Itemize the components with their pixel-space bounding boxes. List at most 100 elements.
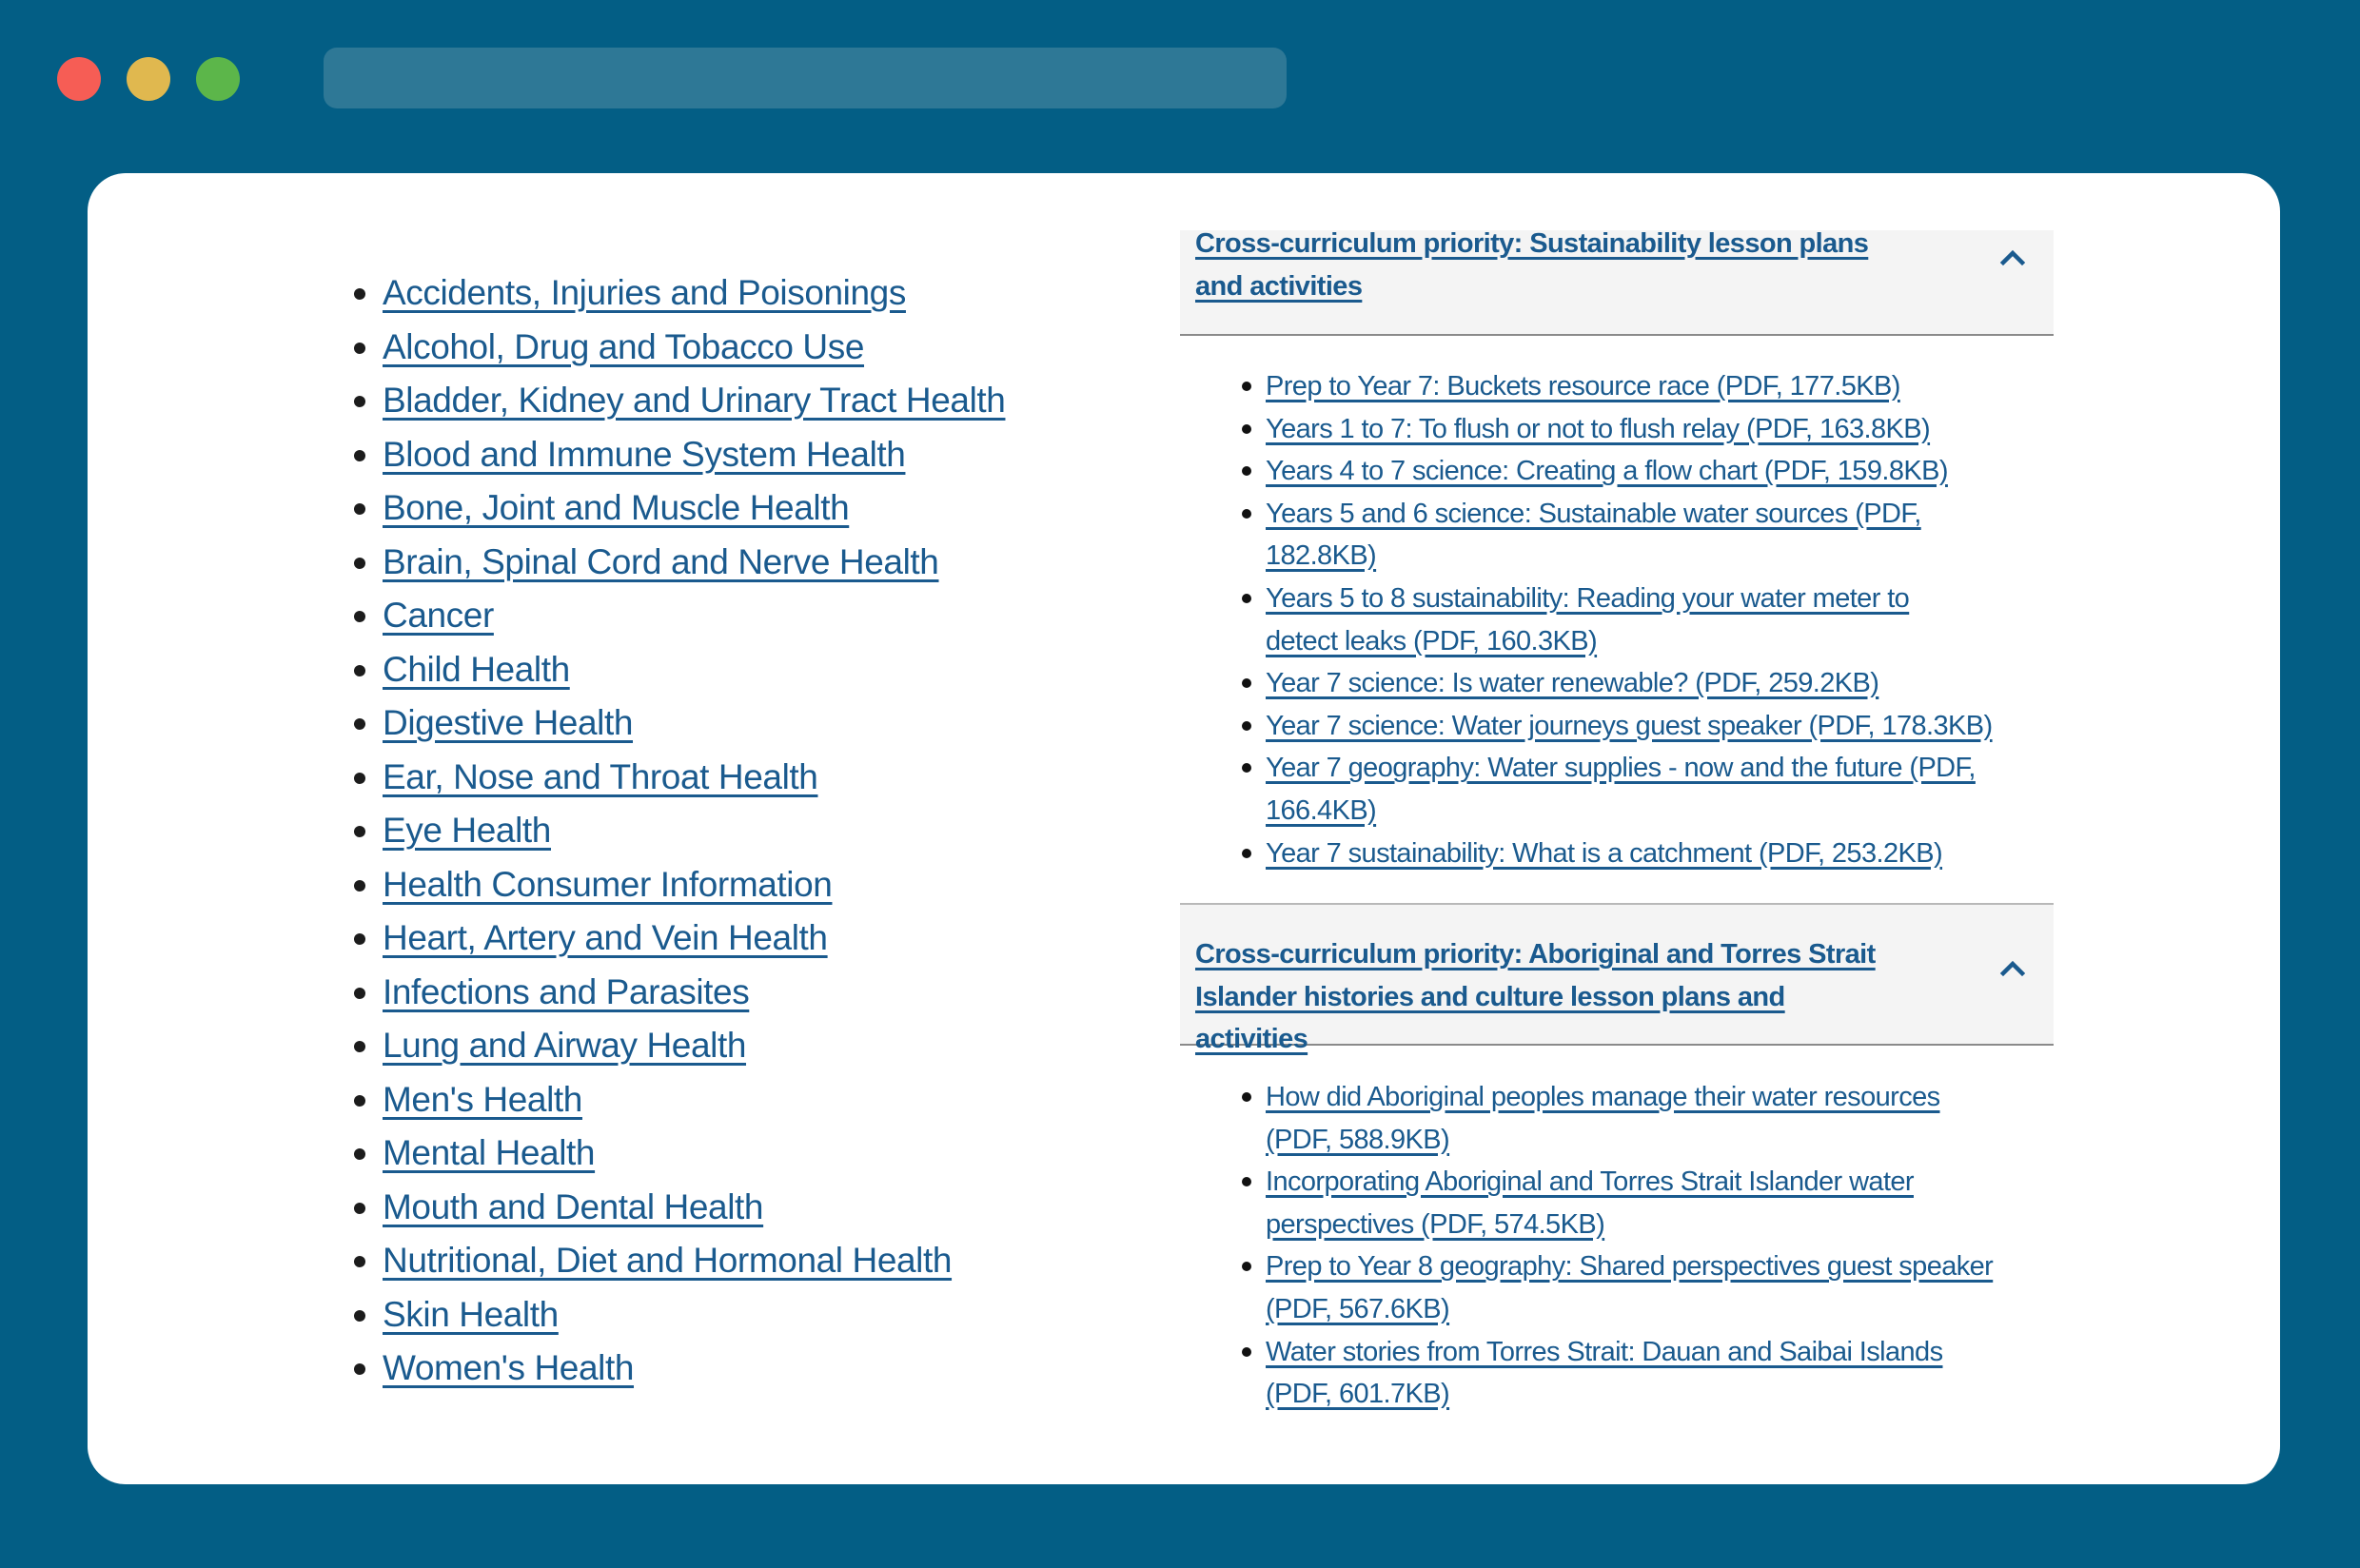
list-item: Nutritional, Diet and Hormonal Health	[354, 1234, 1005, 1288]
accordion-header[interactable]: Cross-curriculum priority: Sustainabilit…	[1180, 228, 2054, 336]
bullet-icon	[1242, 1262, 1251, 1272]
topic-link[interactable]: Mouth and Dental Health	[383, 1187, 764, 1226]
list-item: Prep to Year 7: Buckets resource race (P…	[1242, 365, 2027, 408]
resource-link[interactable]: Years 4 to 7 science: Creating a flow ch…	[1266, 456, 1949, 486]
topic-link[interactable]: Lung and Airway Health	[383, 1026, 746, 1065]
accordion-header[interactable]: Cross-curriculum priority: Aboriginal an…	[1180, 903, 2054, 1054]
bullet-icon	[354, 1363, 365, 1376]
list-item: How did Aboriginal peoples manage their …	[1242, 1076, 1970, 1161]
bullet-icon	[1242, 720, 1251, 731]
bullet-icon	[1242, 1092, 1251, 1102]
bullet-icon	[1242, 382, 1251, 391]
bullet-icon	[354, 718, 365, 731]
topic-link[interactable]: Ear, Nose and Throat Health	[383, 757, 818, 796]
list-item: Water stories from Torres Strait: Dauan …	[1242, 1331, 1989, 1416]
resource-link[interactable]: How did Aboriginal peoples manage their …	[1266, 1082, 1940, 1155]
resource-link[interactable]: Year 7 geography: Water supplies - now a…	[1266, 753, 1976, 826]
window-close-button[interactable]	[57, 57, 101, 101]
list-item: Health Consumer Information	[354, 858, 1005, 912]
bullet-icon	[354, 933, 365, 946]
list-item: Infections and Parasites	[354, 966, 1005, 1020]
bullet-icon	[354, 1256, 365, 1268]
list-item: Cancer	[354, 589, 1005, 643]
topic-link[interactable]: Women's Health	[383, 1348, 634, 1387]
topic-link[interactable]: Child Health	[383, 650, 570, 689]
accordion-resource-list: Prep to Year 7: Buckets resource race (P…	[1242, 365, 2027, 875]
list-item: Year 7 sustainability: What is a catchme…	[1242, 833, 2027, 875]
list-item: Skin Health	[354, 1288, 1005, 1343]
bullet-icon	[1242, 1177, 1251, 1187]
topic-link[interactable]: Skin Health	[383, 1295, 559, 1334]
list-item: Mouth and Dental Health	[354, 1181, 1005, 1235]
bullet-icon	[1242, 763, 1251, 774]
chevron-up-icon[interactable]	[1998, 247, 2027, 266]
topic-link[interactable]: Nutritional, Diet and Hormonal Health	[383, 1241, 952, 1280]
list-item: Mental Health	[354, 1127, 1005, 1181]
address-bar[interactable]	[324, 48, 1287, 108]
resource-link[interactable]: Incorporating Aboriginal and Torres Stra…	[1266, 1166, 1915, 1240]
topic-link[interactable]: Health Consumer Information	[383, 865, 833, 904]
resource-link[interactable]: Year 7 sustainability: What is a catchme…	[1266, 838, 1943, 869]
resource-link[interactable]: Years 5 and 6 science: Sustainable water…	[1266, 499, 1921, 572]
bullet-icon	[354, 557, 365, 569]
list-item: Child Health	[354, 643, 1005, 697]
list-item: Lung and Airway Health	[354, 1019, 1005, 1073]
window-minimize-button[interactable]	[127, 57, 170, 101]
resource-link[interactable]: Prep to Year 8 geography: Shared perspec…	[1266, 1251, 1994, 1324]
topic-link[interactable]: Digestive Health	[383, 703, 633, 742]
topic-link[interactable]: Bladder, Kidney and Urinary Tract Health	[383, 381, 1006, 420]
topic-link[interactable]: Eye Health	[383, 811, 551, 850]
page-content: Accidents, Injuries and Poisonings Alcoh…	[88, 173, 2280, 1484]
resource-link[interactable]: Years 5 to 8 sustainability: Reading you…	[1266, 583, 1910, 657]
resource-link[interactable]: Prep to Year 7: Buckets resource race (P…	[1266, 371, 1900, 402]
topic-link[interactable]: Heart, Artery and Vein Health	[383, 918, 828, 957]
topic-link[interactable]: Bone, Joint and Muscle Health	[383, 488, 850, 527]
topic-link[interactable]: Men's Health	[383, 1080, 582, 1119]
aboriginal-torres-strait-accordion: Cross-curriculum priority: Aboriginal an…	[1180, 903, 2054, 1416]
list-item: Years 1 to 7: To flush or not to flush r…	[1242, 408, 2027, 451]
topic-link[interactable]: Mental Health	[383, 1133, 595, 1172]
topic-link[interactable]: Accidents, Injuries and Poisonings	[383, 273, 906, 312]
bullet-icon	[354, 772, 365, 784]
bullet-icon	[354, 879, 365, 892]
topic-link[interactable]: Brain, Spinal Cord and Nerve Health	[383, 542, 939, 581]
bullet-icon	[354, 664, 365, 676]
accordion-title-link[interactable]: Cross-curriculum priority: Aboriginal an…	[1195, 939, 1876, 1054]
list-item: Brain, Spinal Cord and Nerve Health	[354, 536, 1005, 590]
topic-link[interactable]: Alcohol, Drug and Tobacco Use	[383, 327, 864, 366]
bullet-icon	[354, 611, 365, 623]
list-item: Bone, Joint and Muscle Health	[354, 481, 1005, 536]
bullet-icon	[354, 342, 365, 354]
bullet-icon	[354, 987, 365, 999]
list-item: Accidents, Injuries and Poisonings	[354, 266, 1005, 321]
window-maximize-button[interactable]	[196, 57, 240, 101]
topic-link[interactable]: Infections and Parasites	[383, 972, 750, 1011]
accordion-title: Cross-curriculum priority: Aboriginal an…	[1195, 933, 1899, 1061]
bullet-icon	[1242, 423, 1251, 434]
bullet-icon	[354, 1309, 365, 1322]
bullet-icon	[354, 288, 365, 301]
bullet-icon	[1242, 848, 1251, 858]
resource-link[interactable]: Water stories from Torres Strait: Dauan …	[1266, 1337, 1943, 1410]
bullet-icon	[354, 449, 365, 461]
bullet-icon	[354, 826, 365, 838]
bullet-icon	[354, 396, 365, 408]
topic-link[interactable]: Cancer	[383, 596, 494, 635]
list-item: Women's Health	[354, 1342, 1005, 1396]
accordion-resource-list: How did Aboriginal peoples manage their …	[1242, 1076, 2027, 1416]
resource-link[interactable]: Year 7 science: Water journeys guest spe…	[1266, 711, 1993, 741]
health-topics-list: Accidents, Injuries and Poisonings Alcoh…	[354, 266, 1006, 1396]
bullet-icon	[354, 1041, 365, 1053]
bullet-icon	[1242, 678, 1251, 689]
resource-link[interactable]: Years 1 to 7: To flush or not to flush r…	[1266, 414, 1931, 444]
resource-link[interactable]: Year 7 science: Is water renewable? (PDF…	[1266, 668, 1879, 698]
list-item: Incorporating Aboriginal and Torres Stra…	[1242, 1161, 1960, 1245]
accordion-title-link[interactable]: Cross-curriculum priority: Sustainabilit…	[1195, 228, 1869, 302]
bullet-icon	[354, 1148, 365, 1161]
chevron-up-icon[interactable]	[1998, 958, 2027, 977]
bullet-icon	[1242, 508, 1251, 519]
topic-link[interactable]: Blood and Immune System Health	[383, 435, 906, 474]
list-item: Alcohol, Drug and Tobacco Use	[354, 321, 1005, 375]
sustainability-accordion: Cross-curriculum priority: Sustainabilit…	[1180, 228, 2054, 875]
list-item: Years 5 to 8 sustainability: Reading you…	[1242, 578, 1960, 662]
